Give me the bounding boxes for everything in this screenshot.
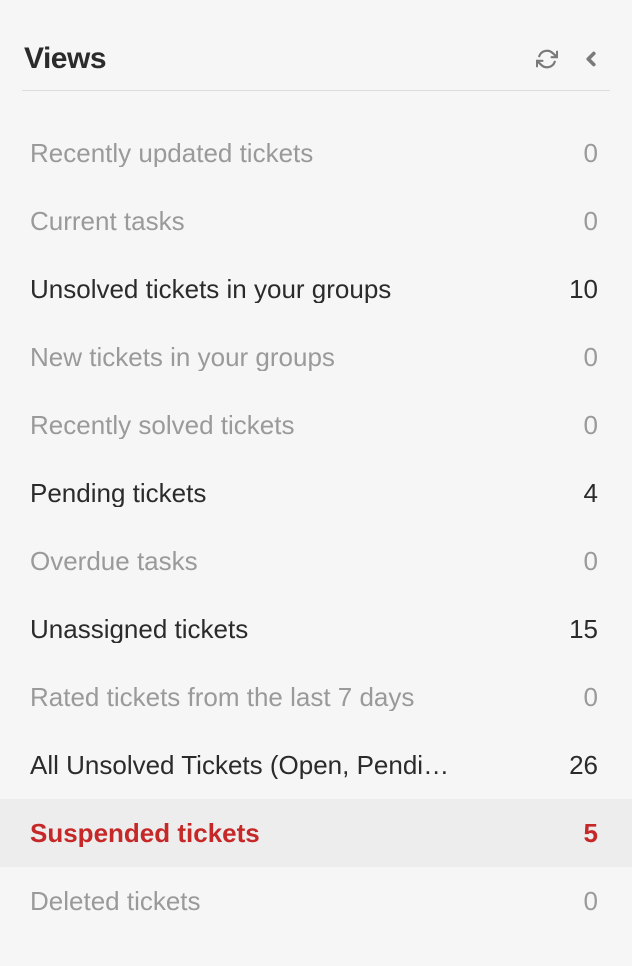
collapse-button[interactable] [578,46,604,72]
view-item[interactable]: Pending tickets 4 [22,459,610,527]
view-item-count: 0 [558,138,598,169]
view-item[interactable]: Recently updated tickets 0 [22,119,610,187]
refresh-icon [536,48,558,70]
view-item[interactable]: Deleted tickets 0 [22,867,610,935]
view-item-count: 4 [558,478,598,509]
view-item-label: Suspended tickets [30,819,260,848]
view-item-label: Deleted tickets [30,887,201,916]
view-item-count: 0 [558,546,598,577]
view-item[interactable]: All Unsolved Tickets (Open, Pendi… 26 [22,731,610,799]
view-item-label: New tickets in your groups [30,343,335,372]
view-item[interactable]: Recently solved tickets 0 [22,391,610,459]
view-item-label: Pending tickets [30,479,206,508]
view-item[interactable]: Rated tickets from the last 7 days 0 [22,663,610,731]
view-item-label: Unassigned tickets [30,615,248,644]
view-item-count: 0 [558,410,598,441]
view-item[interactable]: Suspended tickets 5 [0,799,632,867]
view-item-label: Recently solved tickets [30,411,294,440]
view-item-count: 0 [558,206,598,237]
view-item[interactable]: Overdue tasks 0 [22,527,610,595]
view-item-label: Overdue tasks [30,547,198,576]
header-actions [534,46,610,72]
views-list: Recently updated tickets 0 Current tasks 0 U… [22,119,610,935]
view-item-count: 15 [558,614,598,645]
view-item-count: 10 [558,274,598,305]
view-item-label: Rated tickets from the last 7 days [30,683,414,712]
chevron-left-icon [580,48,602,70]
view-item[interactable]: Unsolved tickets in your groups 10 [22,255,610,323]
views-header: Views [22,42,610,91]
view-item[interactable]: New tickets in your groups 0 [22,323,610,391]
view-item-count: 26 [558,750,598,781]
view-item-label: Unsolved tickets in your groups [30,275,391,304]
views-title: Views [24,42,106,76]
view-item-count: 0 [558,342,598,373]
views-panel: Views Recently updated tickets0Current t… [0,0,632,935]
view-item-label: Current tasks [30,207,185,236]
refresh-button[interactable] [534,46,560,72]
view-item-label: Recently updated tickets [30,139,313,168]
view-item-label: All Unsolved Tickets (Open, Pendi… [30,751,449,780]
view-item-count: 0 [558,886,598,917]
view-item-count: 0 [558,682,598,713]
view-item[interactable]: Unassigned tickets 15 [22,595,610,663]
view-item[interactable]: Current tasks 0 [22,187,610,255]
view-item-count: 5 [558,818,598,849]
